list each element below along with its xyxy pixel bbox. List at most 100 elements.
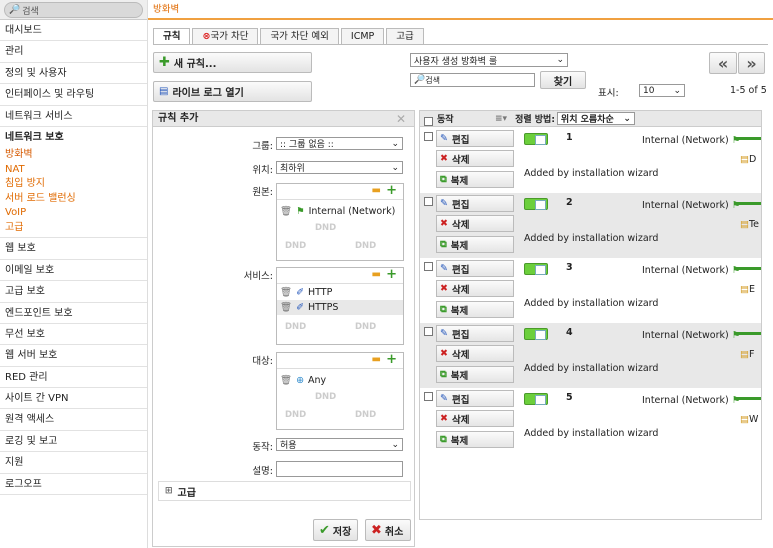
cancel-button[interactable]: ✖ 취소 bbox=[365, 519, 411, 541]
nav-item[interactable]: 원격 액세스 bbox=[0, 409, 147, 431]
nav-item[interactable]: 네트워크 서비스 bbox=[0, 106, 147, 127]
clone-icon: ⧉ bbox=[440, 239, 447, 250]
folder-icon[interactable]: ▬ bbox=[372, 269, 381, 280]
trash-icon[interactable]: 🗑 bbox=[280, 287, 292, 298]
host-icon: ▤ bbox=[740, 219, 749, 230]
delete-button[interactable]: ✖ 삭제 bbox=[436, 345, 514, 362]
edit-button[interactable]: ✎ 편집 bbox=[436, 325, 514, 342]
nav-item[interactable]: 로깅 및 보고 bbox=[0, 431, 147, 453]
advanced-expander[interactable]: ⊞ 고급 bbox=[158, 481, 411, 501]
nav-item[interactable]: 이메일 보호 bbox=[0, 260, 147, 282]
delete-button[interactable]: ✖ 삭제 bbox=[436, 280, 514, 297]
add-icon[interactable]: + bbox=[386, 352, 397, 367]
nav-item[interactable]: 웹 서버 보호 bbox=[0, 345, 147, 367]
nav-item[interactable]: 고급 보호 bbox=[0, 281, 147, 303]
action-select[interactable]: 허용 ⌄ bbox=[276, 438, 403, 451]
description-label: 설명: bbox=[252, 466, 273, 477]
clone-icon: ⧉ bbox=[440, 174, 447, 185]
edit-button[interactable]: ✎ 편집 bbox=[436, 390, 514, 407]
nav-subitem[interactable]: VoIP bbox=[0, 206, 147, 221]
rule-number: 3 bbox=[566, 262, 573, 273]
host-icon: ▤ bbox=[740, 154, 749, 165]
nav-item[interactable]: 대시보드 bbox=[0, 20, 147, 42]
dnd-placeholder: DND bbox=[315, 392, 337, 402]
open-live-log-button[interactable]: ▤ 라이브 로그 열기 bbox=[153, 81, 312, 102]
rule-toggle[interactable] bbox=[524, 263, 548, 275]
display-count-select[interactable]: 10 ⌄ bbox=[639, 84, 685, 97]
row-checkbox[interactable] bbox=[424, 197, 433, 206]
sort-select[interactable]: 위치 오름차순 ⌄ bbox=[556, 112, 635, 125]
row-checkbox[interactable] bbox=[424, 327, 433, 336]
nav-item[interactable]: 무선 보호 bbox=[0, 324, 147, 346]
expand-icon: ⊞ bbox=[165, 486, 173, 496]
row-checkbox[interactable] bbox=[424, 262, 433, 271]
add-icon[interactable]: + bbox=[386, 183, 397, 198]
rule-toggle[interactable] bbox=[524, 328, 548, 340]
trash-icon[interactable]: 🗑 bbox=[280, 302, 292, 313]
row-checkbox[interactable] bbox=[424, 132, 433, 141]
row-checkbox[interactable] bbox=[424, 392, 433, 401]
source-list[interactable]: ▬ + 🗑 ⚑ Internal (Network) DND DND DND bbox=[276, 183, 404, 261]
clone-button[interactable]: ⧉ 복제 bbox=[436, 301, 514, 318]
nav-item[interactable]: 인터페이스 및 라우팅 bbox=[0, 84, 147, 106]
tab-country-blocking[interactable]: ⊗국가 차단 bbox=[192, 28, 259, 44]
clone-icon: ⧉ bbox=[440, 304, 447, 315]
clone-button[interactable]: ⧉ 복제 bbox=[436, 431, 514, 448]
nav-subitem[interactable]: 서버 로드 밸런싱 bbox=[0, 192, 147, 207]
nav-subitem[interactable]: 고급 bbox=[0, 221, 147, 236]
service-item: 🗑 ✐ HTTPS bbox=[277, 300, 403, 315]
edit-button[interactable]: ✎ 편집 bbox=[436, 130, 514, 147]
service-list[interactable]: ▬ + 🗑 ✐ HTTP 🗑 ✐ HTTPS DND DND bbox=[276, 267, 404, 345]
nav-item[interactable]: 엔드포인트 보호 bbox=[0, 303, 147, 324]
rule-toggle[interactable] bbox=[524, 393, 548, 405]
sidebar-search-input[interactable]: 🔎 검색 bbox=[4, 2, 143, 18]
nav-item[interactable]: 관리 bbox=[0, 41, 147, 63]
trash-icon[interactable]: 🗑 bbox=[280, 206, 292, 217]
edit-button[interactable]: ✎ 편집 bbox=[436, 195, 514, 212]
nav-item[interactable]: 웹 보호 bbox=[0, 238, 147, 260]
column-menu-icon[interactable]: ≡▾ bbox=[495, 114, 507, 124]
rule-toggle[interactable] bbox=[524, 133, 548, 145]
find-button[interactable]: 찾기 bbox=[540, 71, 586, 89]
tab-rules[interactable]: 규칙 bbox=[153, 28, 191, 44]
nav-item[interactable]: 지원 bbox=[0, 452, 147, 474]
select-all-checkbox[interactable] bbox=[424, 117, 433, 126]
description-input[interactable] bbox=[276, 461, 403, 477]
save-button[interactable]: ✔ 저장 bbox=[313, 519, 358, 541]
edit-button[interactable]: ✎ 편집 bbox=[436, 260, 514, 277]
delete-button[interactable]: ✖ 삭제 bbox=[436, 215, 514, 232]
nav-subitem[interactable]: 방화벽 bbox=[0, 148, 147, 163]
clone-button[interactable]: ⧉ 복제 bbox=[436, 366, 514, 383]
rule-search-input[interactable]: 🔎 검색 bbox=[410, 73, 535, 87]
delete-button[interactable]: ✖ 삭제 bbox=[436, 410, 514, 427]
tab-icmp[interactable]: ICMP bbox=[340, 28, 385, 44]
tab-advanced[interactable]: 고급 bbox=[386, 28, 424, 44]
trash-icon[interactable]: 🗑 bbox=[280, 375, 292, 386]
nav-item[interactable]: 로그오프 bbox=[0, 474, 147, 496]
clone-button[interactable]: ⧉ 복제 bbox=[436, 236, 514, 253]
chevron-down-icon: ⌄ bbox=[391, 138, 399, 149]
new-rule-button[interactable]: ✚ 새 규칙... bbox=[153, 52, 312, 73]
rule-toggle[interactable] bbox=[524, 198, 548, 210]
rule-number: 2 bbox=[566, 197, 573, 208]
nav-item[interactable]: 사이트 간 VPN bbox=[0, 388, 147, 410]
tab-country-blocking-exceptions[interactable]: 국가 차단 예외 bbox=[260, 28, 339, 44]
prev-page-button[interactable]: « bbox=[709, 52, 737, 74]
clone-button[interactable]: ⧉ 복제 bbox=[436, 171, 514, 188]
rule-filter-select[interactable]: 사용자 생성 방화벽 룰 ⌄ bbox=[410, 53, 568, 67]
folder-icon[interactable]: ▬ bbox=[372, 354, 381, 365]
add-icon[interactable]: + bbox=[386, 267, 397, 282]
next-page-button[interactable]: » bbox=[738, 52, 765, 74]
destination-list[interactable]: ▬ + 🗑 ⊕ Any DND DND DND bbox=[276, 352, 404, 430]
group-label: 그룹: bbox=[252, 141, 273, 152]
folder-icon[interactable]: ▬ bbox=[372, 185, 381, 196]
position-select[interactable]: 최하위 ⌄ bbox=[276, 161, 403, 174]
nav-subitem[interactable]: 침입 방지 bbox=[0, 177, 147, 192]
group-select[interactable]: :: 그룹 없음 :: ⌄ bbox=[276, 137, 403, 150]
close-icon[interactable]: ✕ bbox=[396, 111, 406, 127]
delete-button[interactable]: ✖ 삭제 bbox=[436, 150, 514, 167]
nav-item[interactable]: 정의 및 사용자 bbox=[0, 63, 147, 85]
nav-subitem[interactable]: NAT bbox=[0, 163, 147, 178]
nav-item[interactable]: RED 관리 bbox=[0, 367, 147, 389]
nav-section-network-protection[interactable]: 네트워크 보호 bbox=[0, 127, 147, 148]
